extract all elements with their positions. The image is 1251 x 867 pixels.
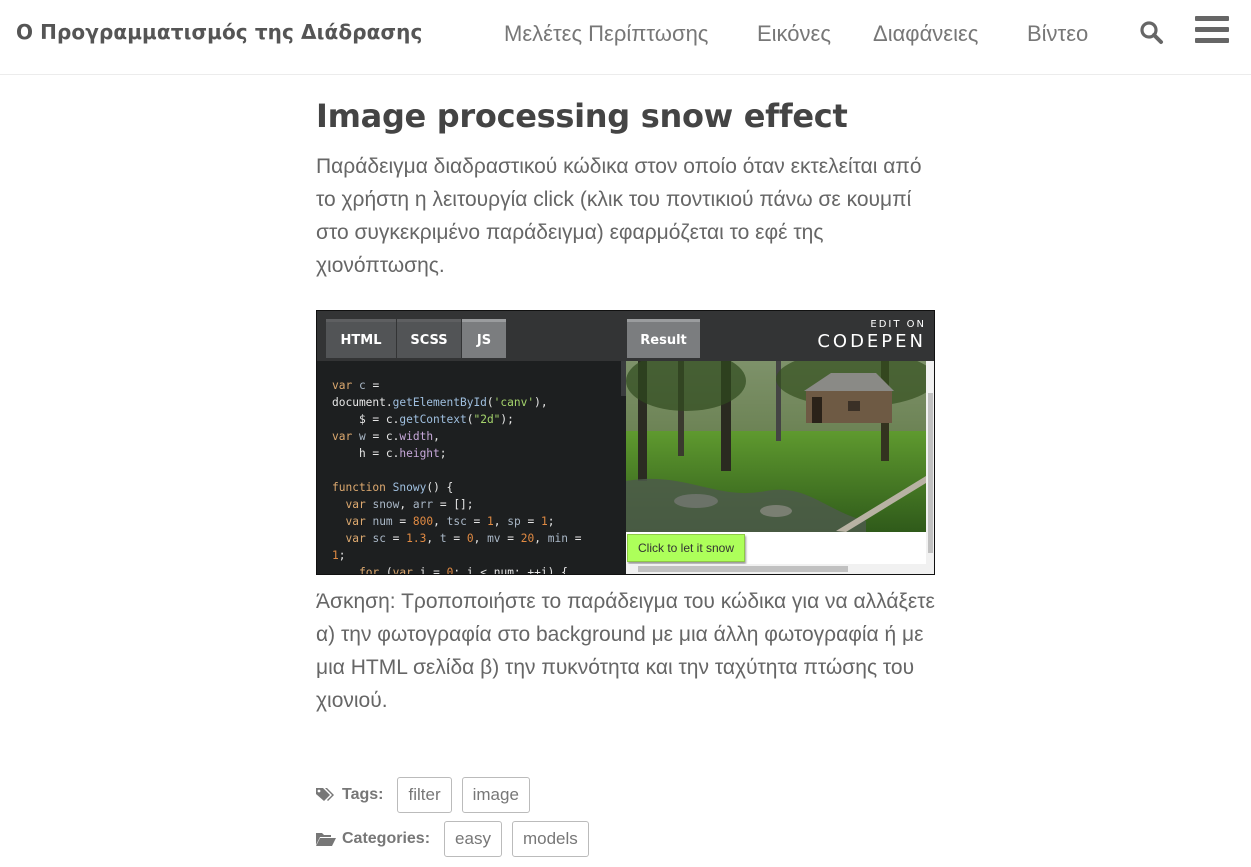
let-it-snow-button[interactable]: Click to let it snow	[627, 534, 745, 562]
category-chip[interactable]: easy	[444, 821, 502, 857]
site-header: Ο Προγραμματισμός της Διάδρασης Μελέτες …	[0, 0, 1251, 75]
hamburger-menu-icon[interactable]	[1195, 16, 1229, 46]
site-title[interactable]: Ο Προγραμματισμός της Διάδρασης	[16, 20, 422, 44]
tab-js[interactable]: JS	[462, 319, 506, 358]
tags-icon	[316, 788, 334, 801]
category-chip[interactable]: models	[511, 821, 589, 857]
result-vertical-scrollbar[interactable]	[926, 361, 934, 564]
categories-label: Categories:	[342, 830, 431, 847]
forest-cabin-image	[626, 361, 926, 532]
intro-paragraph: Παράδειγμα διαδραστικού κώδικα στον οποί…	[316, 155, 922, 277]
search-icon[interactable]	[1139, 20, 1165, 46]
categories-label-group: Categories:	[316, 830, 430, 848]
result-horizontal-scrollbar[interactable]	[626, 564, 934, 574]
tag-chip[interactable]: filter	[397, 777, 452, 813]
codepen-logo: CODEPEN	[817, 331, 926, 352]
exercise-paragraph: Άσκηση: Τροποποιήστε το παράδειγμα του κ…	[316, 590, 935, 712]
nav-case-studies[interactable]: Μελέτες Περίπτωσης	[504, 21, 708, 47]
tab-result[interactable]: Result	[627, 319, 700, 358]
categories-row: Categories: easy models	[316, 821, 599, 857]
tab-scss[interactable]: SCSS	[397, 319, 461, 358]
post-title: Image processing snow effect	[316, 97, 848, 135]
edit-on-label: EDIT ON	[870, 319, 926, 330]
codepen-embed: HTML SCSS JS Result EDIT ON CODEPEN var …	[316, 310, 935, 575]
result-pane: Click to let it snow	[626, 361, 934, 574]
code-editor[interactable]: var c = document.getElementById('canv'),…	[317, 361, 625, 574]
nav-videos[interactable]: Βίντεο	[1027, 21, 1088, 47]
tag-chip[interactable]: image	[461, 777, 530, 813]
tags-label: Tags:	[342, 786, 384, 803]
tags-label-group: Tags:	[316, 786, 383, 804]
edit-on-codepen-link[interactable]: EDIT ON CODEPEN	[817, 319, 926, 352]
tab-html[interactable]: HTML	[326, 319, 396, 358]
tags-row: Tags: filter image	[316, 777, 540, 813]
nav-images[interactable]: Εικόνες	[757, 21, 831, 47]
codepen-toolbar: HTML SCSS JS Result EDIT ON CODEPEN	[317, 311, 934, 361]
nav-slides[interactable]: Διαφάνειες	[873, 21, 978, 47]
folder-open-icon	[316, 833, 336, 846]
